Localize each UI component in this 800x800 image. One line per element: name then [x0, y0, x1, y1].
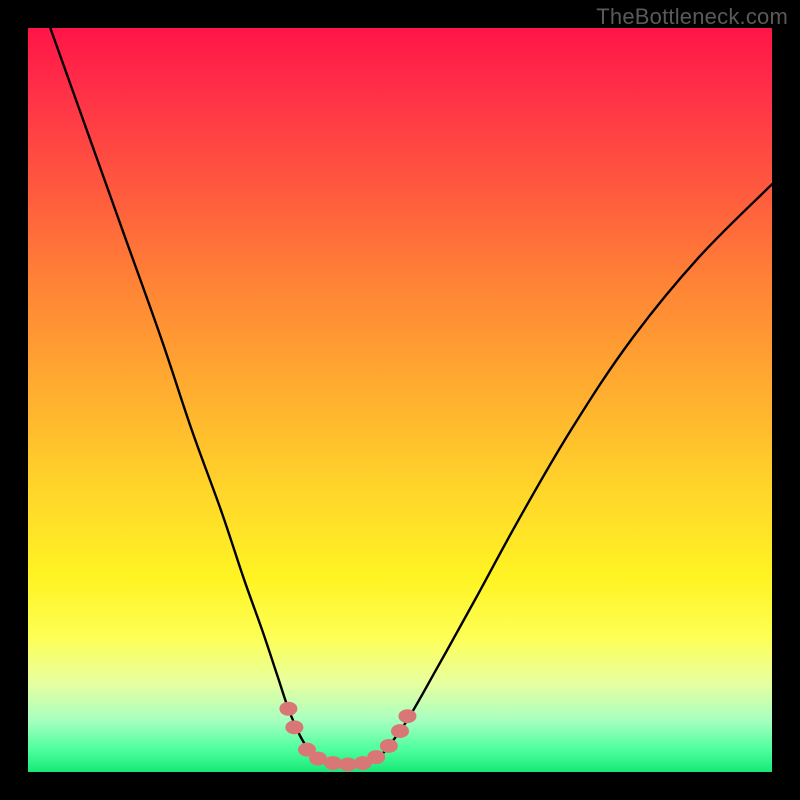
watermark-text: TheBottleneck.com [596, 4, 788, 30]
curve-right-branch [385, 184, 772, 751]
valley-marker [285, 720, 303, 734]
valley-marker [398, 709, 416, 723]
valley-marker [279, 702, 297, 716]
valley-marker [367, 750, 385, 764]
plot-area [28, 28, 772, 772]
curve-layer [28, 28, 772, 772]
valley-marker [380, 739, 398, 753]
curve-left-branch [50, 28, 310, 753]
valley-marker [391, 724, 409, 738]
